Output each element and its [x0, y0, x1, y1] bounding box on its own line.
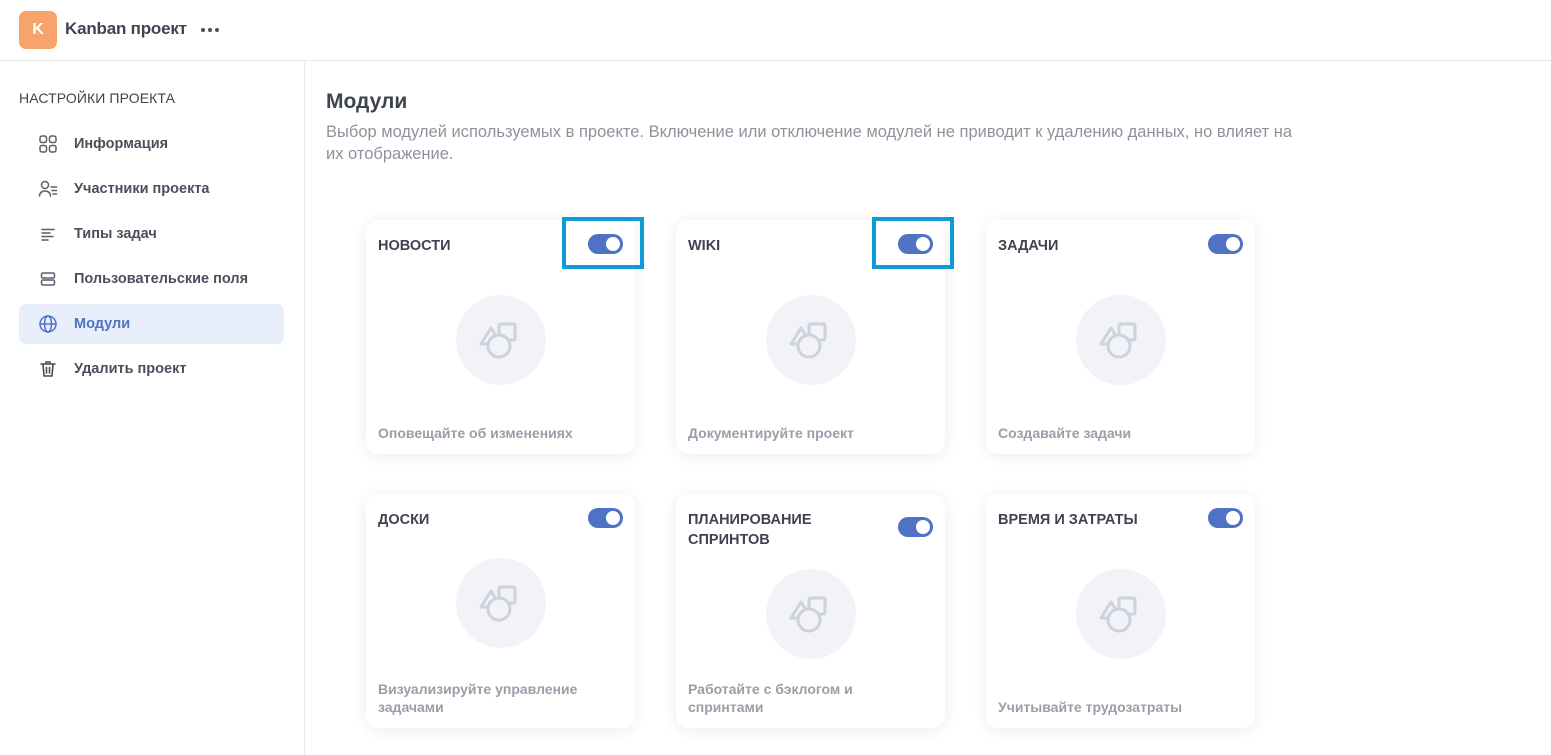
page-title: Модули [326, 90, 408, 113]
module-title: ВРЕМЯ И ЗАТРАТЫ [998, 512, 1138, 528]
more-horizontal-icon[interactable] [199, 21, 221, 39]
module-description: Создавайте задачи [998, 425, 1132, 441]
sidebar-item-label: Пользовательские поля [74, 271, 249, 287]
toggle-knob [916, 237, 930, 251]
top-bar: K Kanban проект [0, 0, 1551, 61]
module-title: ДОСКИ [378, 512, 430, 528]
module-description: Учитывайте трудозатраты [998, 699, 1183, 715]
toggle-knob [1226, 511, 1240, 525]
module-title: WIKI [688, 238, 721, 254]
module-toggle[interactable] [1208, 508, 1243, 528]
module-toggle[interactable] [898, 234, 933, 254]
sidebar-item-members[interactable]: Участники проекта [19, 169, 284, 209]
sidebar-item-label: Модули [74, 316, 131, 332]
sidebar-item-delete-project[interactable]: Удалить проект [19, 349, 284, 389]
grid-icon [38, 134, 58, 154]
sidebar-item-label: Участники проекта [74, 181, 210, 197]
module-card-wiki: WIKI Документируйте проект [676, 220, 945, 454]
settings-sidebar: НАСТРОЙКИ ПРОЕКТА Информация Участники п… [0, 62, 305, 755]
toggle-knob [916, 520, 930, 534]
list-icon [38, 224, 58, 244]
module-description: Документируйте проект [688, 425, 854, 441]
users-icon [38, 179, 58, 199]
sidebar-item-task-types[interactable]: Типы задач [19, 214, 284, 254]
module-title: ПЛАНИРОВАНИЕ СПРИНТОВ [688, 512, 812, 548]
page-description: Выбор модулей используемых в проекте. Вк… [326, 123, 1293, 163]
main-content: Модули Выбор модулей используемых в прое… [326, 62, 1551, 755]
toggle-knob [1226, 237, 1240, 251]
module-description: Визуализируйте управление задачами [378, 681, 578, 715]
module-card-time-costs: ВРЕМЯ И ЗАТРАТЫ Учитывайте трудозатраты [986, 494, 1255, 728]
shapes-illustration-icon [766, 569, 856, 659]
globe-icon [38, 314, 58, 334]
shapes-illustration-icon [1076, 295, 1166, 385]
shapes-illustration-icon [1076, 569, 1166, 659]
trash-icon [38, 359, 58, 379]
toggle-knob [606, 511, 620, 525]
project-avatar[interactable]: K [19, 11, 57, 49]
module-card-news: НОВОСТИ Оповещайте об изменениях [366, 220, 635, 454]
project-name[interactable]: Kanban проект [65, 19, 187, 39]
module-card-tasks: ЗАДАЧИ Создавайте задачи [986, 220, 1255, 454]
sidebar-item-modules[interactable]: Модули [19, 304, 284, 344]
sidebar-item-info[interactable]: Информация [19, 124, 284, 164]
shapes-illustration-icon [456, 295, 546, 385]
module-toggle[interactable] [898, 517, 933, 537]
sidebar-item-label: Типы задач [74, 226, 157, 242]
module-toggle[interactable] [588, 508, 623, 528]
module-toggle[interactable] [588, 234, 623, 254]
module-toggle[interactable] [1208, 234, 1243, 254]
module-card-sprint-planning: ПЛАНИРОВАНИЕ СПРИНТОВ Работайте с бэклог… [676, 494, 945, 728]
shapes-illustration-icon [766, 295, 856, 385]
module-card-boards: ДОСКИ Визуализируйте управление задачами [366, 494, 635, 728]
shapes-illustration-icon [456, 558, 546, 648]
sidebar-item-label: Информация [74, 136, 169, 152]
module-description: Работайте с бэклогом и спринтами [688, 681, 853, 715]
sidebar-title: НАСТРОЙКИ ПРОЕКТА [19, 90, 176, 106]
sidebar-item-label: Удалить проект [74, 361, 187, 377]
sidebar-item-custom-fields[interactable]: Пользовательские поля [19, 259, 284, 299]
module-description: Оповещайте об изменениях [378, 425, 573, 441]
module-title: ЗАДАЧИ [998, 238, 1059, 254]
module-title: НОВОСТИ [378, 238, 451, 254]
fields-icon [38, 269, 58, 289]
toggle-knob [606, 237, 620, 251]
